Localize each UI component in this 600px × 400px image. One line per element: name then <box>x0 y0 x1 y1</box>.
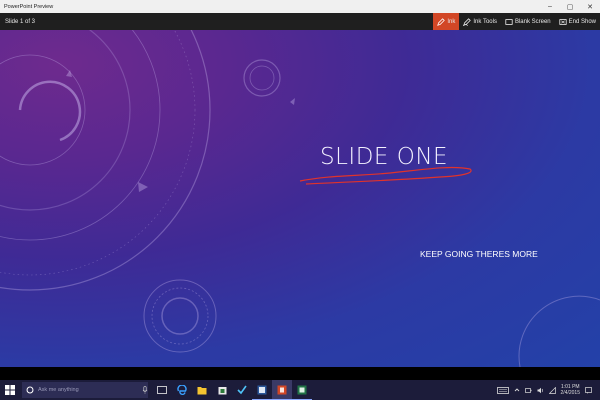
window-title-bar: PowerPoint Preview – ▢ ✕ <box>0 0 600 13</box>
search-placeholder: Ask me anything <box>38 387 79 393</box>
microphone-icon[interactable] <box>142 386 148 394</box>
blank-screen-button[interactable]: Blank Screen <box>501 13 555 30</box>
slide-canvas[interactable]: SLIDE ONE KEEP GOING THERES MORE <box>0 30 600 367</box>
volume-icon[interactable] <box>537 387 544 394</box>
slide-counter: Slide 1 of 3 <box>5 18 36 25</box>
search-box[interactable]: Ask me anything <box>22 382 148 398</box>
taskbar-edge[interactable] <box>172 380 192 400</box>
edge-icon <box>177 385 187 395</box>
presentation-toolbar: Slide 1 of 3 Ink Ink Tools Blank Screen … <box>0 13 600 30</box>
maximize-button[interactable]: ▢ <box>560 0 580 13</box>
visual-studio-icon <box>237 385 247 395</box>
pen-icon <box>437 17 446 26</box>
excel-icon <box>297 385 307 394</box>
slide-title: SLIDE ONE <box>320 144 449 170</box>
ink-tools-button-label: Ink Tools <box>473 18 497 25</box>
taskbar-task-view[interactable] <box>152 380 172 400</box>
taskbar-excel[interactable] <box>292 380 312 400</box>
ink-tools-icon <box>463 17 472 26</box>
ink-button-label: Ink <box>447 18 456 25</box>
taskbar-powerpoint[interactable] <box>272 380 292 400</box>
task-view-icon <box>157 386 167 394</box>
cortana-icon <box>26 386 34 394</box>
slide-background-decoration <box>0 30 600 367</box>
slide-bottom-margin <box>0 367 600 380</box>
battery-icon[interactable] <box>524 387 532 394</box>
taskbar-store[interactable] <box>212 380 232 400</box>
ink-tools-button[interactable]: Ink Tools <box>459 13 501 30</box>
app-title: PowerPoint Preview <box>4 3 54 10</box>
close-button[interactable]: ✕ <box>580 0 600 13</box>
start-button[interactable] <box>0 380 20 400</box>
keyboard-icon[interactable] <box>496 386 509 394</box>
powerpoint-icon <box>277 385 287 394</box>
store-icon <box>218 387 226 395</box>
ink-button[interactable]: Ink <box>433 13 460 30</box>
taskbar-visual-studio[interactable] <box>232 380 252 400</box>
clock-date: 2/4/2015 <box>560 390 580 396</box>
end-show-button[interactable]: End Show <box>555 13 600 30</box>
file-explorer-icon <box>197 386 207 394</box>
windows-logo-icon <box>5 385 15 395</box>
network-icon[interactable] <box>548 386 556 394</box>
minimize-button[interactable]: – <box>540 0 560 13</box>
windows-taskbar: Ask me anything 1:01 PM 2/4/2015 <box>0 380 600 400</box>
system-tray: 1:01 PM 2/4/2015 <box>496 384 600 396</box>
end-show-button-label: End Show <box>568 18 596 25</box>
taskbar-word[interactable] <box>252 380 272 400</box>
notifications-icon[interactable] <box>585 386 592 394</box>
blank-screen-button-label: Blank Screen <box>514 18 551 25</box>
taskbar-file-explorer[interactable] <box>192 380 212 400</box>
word-icon <box>257 385 267 394</box>
slide-body-text: KEEP GOING THERES MORE <box>420 249 538 259</box>
end-show-icon <box>559 18 567 25</box>
chevron-up-icon[interactable] <box>514 387 520 393</box>
clock[interactable]: 1:01 PM 2/4/2015 <box>561 384 580 396</box>
blank-screen-icon <box>505 18 513 25</box>
